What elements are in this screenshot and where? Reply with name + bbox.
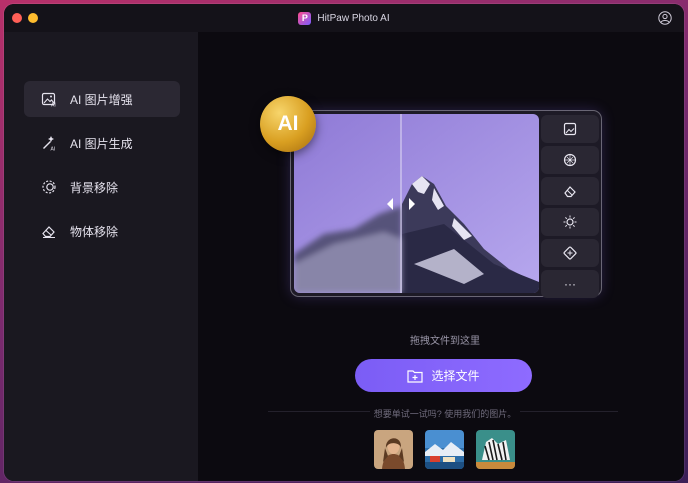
select-file-button[interactable]: 选择文件 bbox=[355, 359, 532, 392]
eraser-icon bbox=[564, 186, 576, 198]
tool-image-button[interactable] bbox=[541, 115, 599, 143]
sample-images bbox=[374, 430, 515, 469]
tool-pattern-button[interactable] bbox=[541, 146, 599, 174]
sidebar-item-label: 物体移除 bbox=[70, 224, 119, 239]
more-icon: ··· bbox=[564, 277, 576, 291]
select-file-label: 选择文件 bbox=[431, 369, 480, 383]
sample-portrait-thumbnail[interactable] bbox=[374, 430, 413, 469]
eraser-icon bbox=[40, 222, 58, 240]
title-bar: P HitPaw Photo AI bbox=[4, 4, 684, 32]
image-icon bbox=[563, 122, 577, 136]
folder-add-icon bbox=[407, 369, 424, 383]
sidebar-item-ai-enhance[interactable]: AI AI 图片增强 bbox=[24, 81, 180, 117]
brightness-icon bbox=[563, 215, 577, 229]
magic-wand-icon: AI bbox=[40, 134, 58, 152]
tool-more-button[interactable]: ··· bbox=[541, 270, 599, 298]
minimize-window-button[interactable] bbox=[28, 13, 38, 23]
sidebar: AI AI 图片增强 AI AI 图片生成 背景移除 物体移除 bbox=[4, 32, 198, 481]
tool-brightness-button[interactable] bbox=[541, 208, 599, 236]
drop-hint-text: 拖拽文件到这里 bbox=[410, 336, 480, 347]
svg-text:AI: AI bbox=[51, 147, 56, 152]
close-window-button[interactable] bbox=[12, 13, 22, 23]
tool-resize-button[interactable] bbox=[541, 239, 599, 267]
sample-landscape-thumbnail[interactable] bbox=[425, 430, 464, 469]
main-panel: ··· AI 拖拽文件到这里 选择文件 想要单试一试吗? 使用我们的图片。 bbox=[198, 32, 684, 481]
before-after-preview: ··· bbox=[291, 111, 601, 298]
sidebar-item-object-remove[interactable]: 物体移除 bbox=[24, 213, 180, 249]
window-controls bbox=[12, 13, 38, 23]
circle-pattern-icon bbox=[563, 153, 577, 167]
app-logo-icon: P bbox=[298, 11, 312, 25]
sidebar-item-label: 背景移除 bbox=[70, 180, 119, 195]
compare-slider-handle[interactable] bbox=[384, 196, 418, 212]
app-window: P HitPaw Photo AI AI AI 图片增强 AI AI 图片生成 … bbox=[4, 4, 684, 481]
sidebar-item-ai-generate[interactable]: AI AI 图片生成 bbox=[24, 125, 180, 161]
image-sparkle-icon: AI bbox=[40, 90, 58, 108]
sidebar-item-bg-remove[interactable]: 背景移除 bbox=[24, 169, 180, 205]
sample-hint-label: 想要单试一试吗? 使用我们的图片。 bbox=[369, 409, 521, 419]
sample-hint-text: 想要单试一试吗? 使用我们的图片。 bbox=[198, 407, 684, 420]
background-remove-icon bbox=[40, 178, 58, 196]
resize-icon bbox=[563, 246, 577, 260]
tool-column: ··· bbox=[541, 115, 599, 301]
tool-eraser-button[interactable] bbox=[541, 177, 599, 205]
sample-zebra-thumbnail[interactable] bbox=[476, 430, 515, 469]
sidebar-item-label: AI 图片生成 bbox=[70, 136, 133, 151]
app-title-text: HitPaw Photo AI bbox=[317, 12, 390, 24]
sidebar-item-label: AI 图片增强 bbox=[70, 92, 133, 107]
user-account-icon[interactable] bbox=[658, 11, 672, 25]
ai-badge: AI bbox=[260, 96, 316, 152]
app-title: P HitPaw Photo AI bbox=[298, 11, 390, 25]
svg-text:AI: AI bbox=[51, 103, 56, 108]
